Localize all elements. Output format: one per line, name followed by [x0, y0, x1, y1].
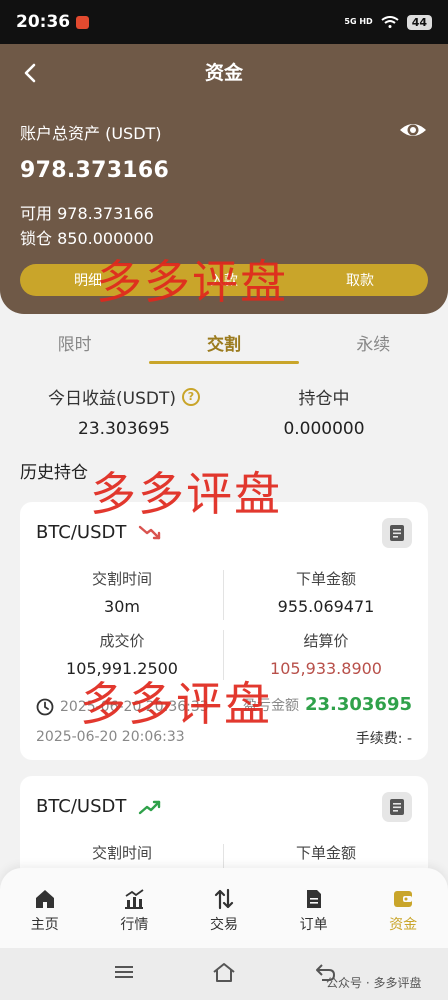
holding-label: 持仓中	[298, 389, 350, 409]
fee: 手续费: -	[356, 728, 412, 748]
today-earnings: 今日收益(USDT) ? 23.303695	[24, 384, 224, 439]
document-icon	[306, 890, 321, 908]
trend-up-icon	[139, 800, 161, 814]
delivery-time-value: 30m	[104, 597, 140, 616]
status-bar: 20:36 5G HD 44	[0, 0, 448, 44]
tab-limited[interactable]: 限时	[0, 324, 149, 364]
settle-price-value: 105,933.8900	[270, 659, 382, 678]
order-amount-label: 下单金额	[295, 570, 356, 588]
locked-label: 锁仓	[20, 229, 53, 248]
nav-trade[interactable]: 交易	[179, 868, 269, 948]
pnl-label: 盈亏金额	[242, 698, 299, 714]
trend-down-icon	[139, 525, 161, 539]
position-card[interactable]: BTC/USDT 交割时间 30m 下单金额 955.069471 成交价 10…	[20, 502, 428, 760]
nav-home[interactable]: 主页	[0, 868, 90, 948]
status-indicators: 5G HD 44	[344, 14, 432, 30]
today-earnings-label: 今日收益(USDT)	[48, 389, 176, 409]
contract-tabs: 限时 交割 永续	[0, 324, 448, 364]
deposit-button[interactable]: 入款	[156, 264, 292, 296]
page-title: 资金	[204, 62, 243, 84]
nav-label: 资金	[389, 917, 418, 933]
swap-icon	[214, 888, 234, 910]
battery-indicator: 44	[406, 14, 432, 30]
network-indicator: 5G HD	[344, 17, 373, 26]
delivery-time-label: 交割时间	[91, 844, 152, 862]
nav-funds[interactable]: 资金	[358, 868, 448, 948]
home-outline-icon[interactable]	[212, 961, 236, 983]
trading-pair: BTC/USDT	[36, 522, 127, 543]
order-detail-button[interactable]	[382, 518, 412, 548]
assets-header: 资金 账户总资产 (USDT) 978.373166 可用 978.373166…	[0, 44, 448, 314]
home-icon	[35, 890, 54, 908]
delivery-time-label: 交割时间	[91, 570, 152, 588]
order-detail-button[interactable]	[382, 792, 412, 822]
document-icon	[390, 525, 404, 541]
available-value: 978.373166	[57, 204, 154, 223]
pnl-value: 23.303695	[304, 694, 412, 715]
notification-icon	[76, 15, 90, 29]
menu-icon[interactable]	[114, 964, 134, 980]
close-time-value: 2025-06-20 20:06:33	[36, 729, 185, 745]
wallet-icon	[394, 891, 413, 907]
locked-value: 850.000000	[57, 229, 154, 248]
holding-value: 0.000000	[283, 419, 365, 439]
chart-icon	[125, 889, 144, 909]
open-time: 2025-06-20 20:36:33	[36, 698, 209, 716]
help-icon[interactable]: ?	[181, 387, 200, 406]
deal-price-value: 105,991.2500	[66, 659, 178, 678]
fee-label: 手续费:	[355, 731, 403, 747]
clock-icon	[36, 698, 54, 716]
trading-pair: BTC/USDT	[36, 796, 127, 817]
header-actions: 明细 入款 取款	[20, 264, 428, 296]
bottom-nav: 主页 行情 交易 订单 资金	[0, 868, 448, 948]
footer-watermark: 公众号 · 多多评盘	[326, 976, 422, 990]
withdraw-button[interactable]: 取款	[292, 264, 428, 296]
nav-label: 订单	[299, 917, 328, 933]
nav-label: 主页	[30, 917, 59, 933]
available-label: 可用	[20, 204, 53, 223]
document-icon	[390, 799, 404, 815]
total-assets-value: 978.373166	[20, 158, 170, 183]
details-button[interactable]: 明细	[20, 264, 156, 296]
settle-price-label: 结算价	[303, 632, 349, 650]
locked-balance: 锁仓 850.000000	[20, 225, 154, 249]
eye-icon[interactable]	[398, 118, 428, 142]
profit-loss: 盈亏金额 23.303695	[243, 694, 412, 715]
nav-market[interactable]: 行情	[90, 868, 180, 948]
tab-perpetual[interactable]: 永续	[299, 324, 448, 364]
nav-label: 交易	[209, 917, 238, 933]
wifi-icon	[381, 16, 399, 28]
fee-value: -	[406, 731, 412, 747]
total-assets-label: 账户总资产 (USDT)	[20, 124, 162, 143]
available-balance: 可用 978.373166	[20, 200, 154, 224]
status-time: 20:36	[16, 12, 71, 32]
deal-price-label: 成交价	[99, 632, 145, 650]
holding-amount: 持仓中 0.000000	[224, 384, 424, 439]
today-earnings-value: 23.303695	[78, 419, 170, 439]
nav-orders[interactable]: 订单	[269, 868, 359, 948]
order-amount-value: 955.069471	[277, 597, 375, 616]
history-title: 历史持仓	[20, 463, 88, 483]
open-time-value: 2025-06-20 20:36:33	[60, 699, 209, 715]
tab-delivery[interactable]: 交割	[149, 324, 299, 364]
order-amount-label: 下单金额	[295, 844, 356, 862]
nav-label: 行情	[120, 917, 149, 933]
